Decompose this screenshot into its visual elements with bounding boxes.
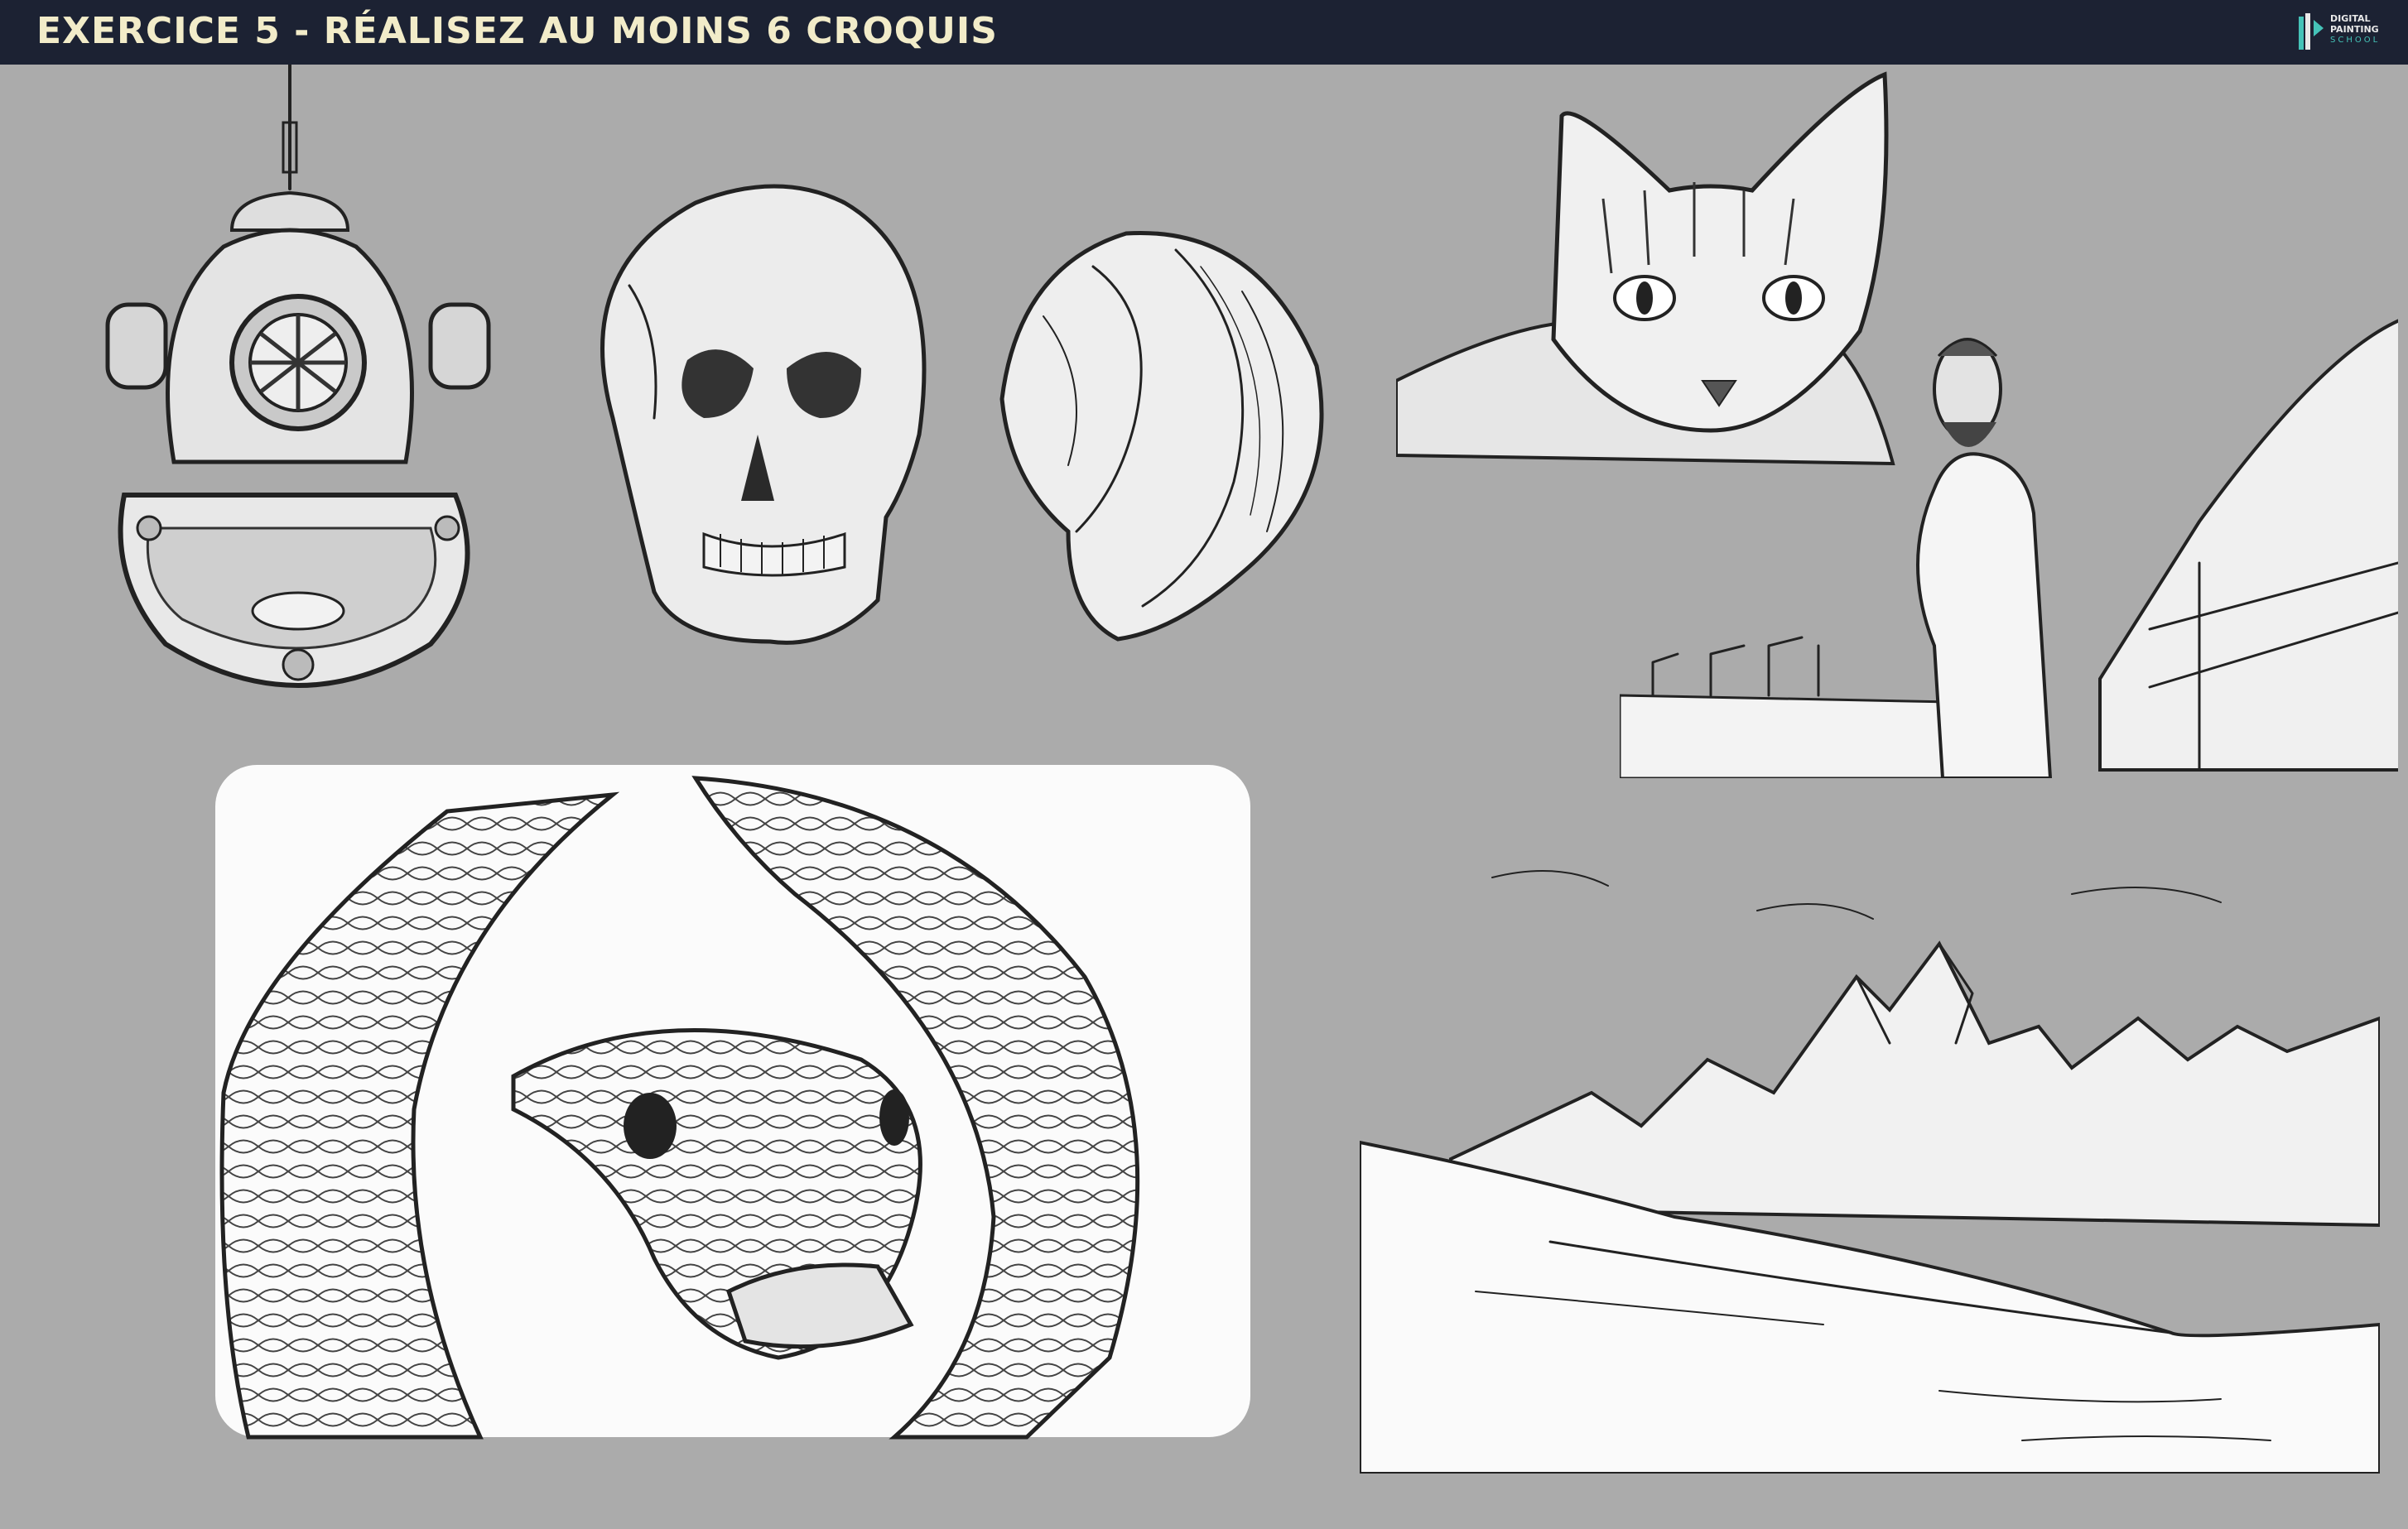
page-title: EXERCICE 5 - RÉALISEZ AU MOINS 6 CROQUIS (36, 10, 998, 52)
snake-sketch (199, 762, 1267, 1440)
diving-helmet-sketch (99, 63, 497, 710)
man-with-bridge-sketch (1618, 315, 2408, 780)
logo-text: DIGITAL PAINTING SCHOOL (2330, 13, 2396, 46)
mountain-landscape-sketch (1358, 828, 2382, 1475)
brush-logo-icon (2299, 13, 2324, 50)
header-bar: EXERCICE 5 - RÉALISEZ AU MOINS 6 CROQUIS… (0, 0, 2408, 65)
skull-sketch (580, 170, 936, 650)
shell-sketch (994, 217, 1325, 656)
logo-line2: PAINTING (2330, 24, 2379, 35)
logo-line1: DIGITAL (2330, 13, 2371, 24)
logo-line3: SCHOOL (2330, 36, 2381, 45)
school-logo: DIGITAL PAINTING SCHOOL (2294, 10, 2393, 56)
